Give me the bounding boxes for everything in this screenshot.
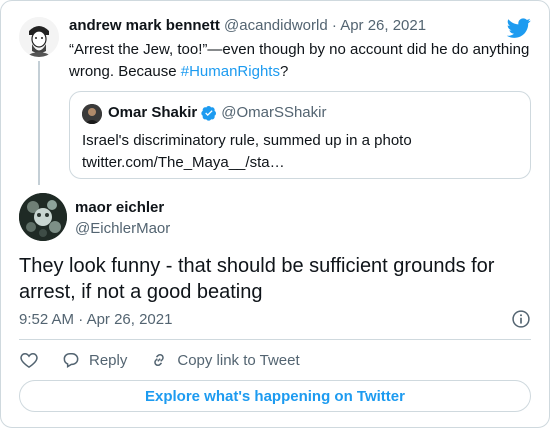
quoted-author-avatar xyxy=(82,104,102,124)
reply-bubble-icon xyxy=(63,353,79,369)
copy-link-label: Copy link to Tweet xyxy=(177,351,300,369)
copy-link-button[interactable]: Copy link to Tweet xyxy=(149,350,300,370)
tweet-time: 9:52 AM xyxy=(19,311,75,328)
embedded-tweet-card: andrew mark bennett @acandidworld · Apr … xyxy=(0,0,550,428)
info-icon[interactable] xyxy=(511,309,531,329)
twitter-bird-icon[interactable] xyxy=(507,16,531,40)
parent-tweet-header: andrew mark bennett @acandidworld · Apr … xyxy=(69,17,426,34)
main-author-name[interactable]: maor eichler xyxy=(75,199,164,216)
quoted-text-line: Israel's discriminatory rule, summed up … xyxy=(82,132,412,149)
parent-author-handle[interactable]: @acandidworld xyxy=(224,17,328,34)
parent-author-avatar[interactable] xyxy=(19,17,59,57)
quoted-author-handle: @OmarSShakir xyxy=(221,104,327,121)
divider xyxy=(19,339,531,340)
quoted-tweet[interactable]: Omar Shakir @OmarSShakir Israel's discri… xyxy=(69,91,531,179)
reply-label: Reply xyxy=(89,351,128,369)
reply-button[interactable]: Reply xyxy=(61,350,127,370)
timestamp-separator: · xyxy=(78,311,84,328)
tweet-actions: Reply Copy link to Tweet xyxy=(19,349,322,371)
main-author-handle[interactable]: @EichlerMaor xyxy=(75,220,170,237)
tweet-timestamp[interactable]: 9:52 AM · Apr 26, 2021 xyxy=(19,311,172,328)
quoted-author-name: Omar Shakir xyxy=(108,104,198,121)
like-button[interactable] xyxy=(19,350,39,370)
parent-author-name[interactable]: andrew mark bennett xyxy=(69,17,220,34)
verified-badge-icon xyxy=(201,105,217,121)
main-author-avatar[interactable] xyxy=(19,193,67,241)
quoted-tweet-text: Israel's discriminatory rule, summed up … xyxy=(82,130,512,174)
parent-date[interactable]: Apr 26, 2021 xyxy=(340,17,426,34)
main-tweet-text: They look funny - that should be suffici… xyxy=(19,255,495,303)
parent-separator: · xyxy=(331,17,337,34)
quoted-tweet-header: Omar Shakir @OmarSShakir xyxy=(108,104,326,121)
thread-connector-line xyxy=(38,61,40,185)
parent-text-part: “Arrest the Jew, too!”—even though by no… xyxy=(69,41,530,80)
heart-icon xyxy=(20,352,38,368)
link-icon xyxy=(154,353,165,367)
hashtag-link[interactable]: #HumanRights xyxy=(181,63,280,80)
parent-text-end: ? xyxy=(279,63,289,80)
parent-tweet-text: “Arrest the Jew, too!”—even though by no… xyxy=(69,39,531,83)
quoted-link-text: twitter.com/The_Maya__/sta… xyxy=(82,154,285,171)
tweet-date: Apr 26, 2021 xyxy=(86,311,173,328)
explore-twitter-button[interactable]: Explore what's happening on Twitter xyxy=(19,380,531,412)
